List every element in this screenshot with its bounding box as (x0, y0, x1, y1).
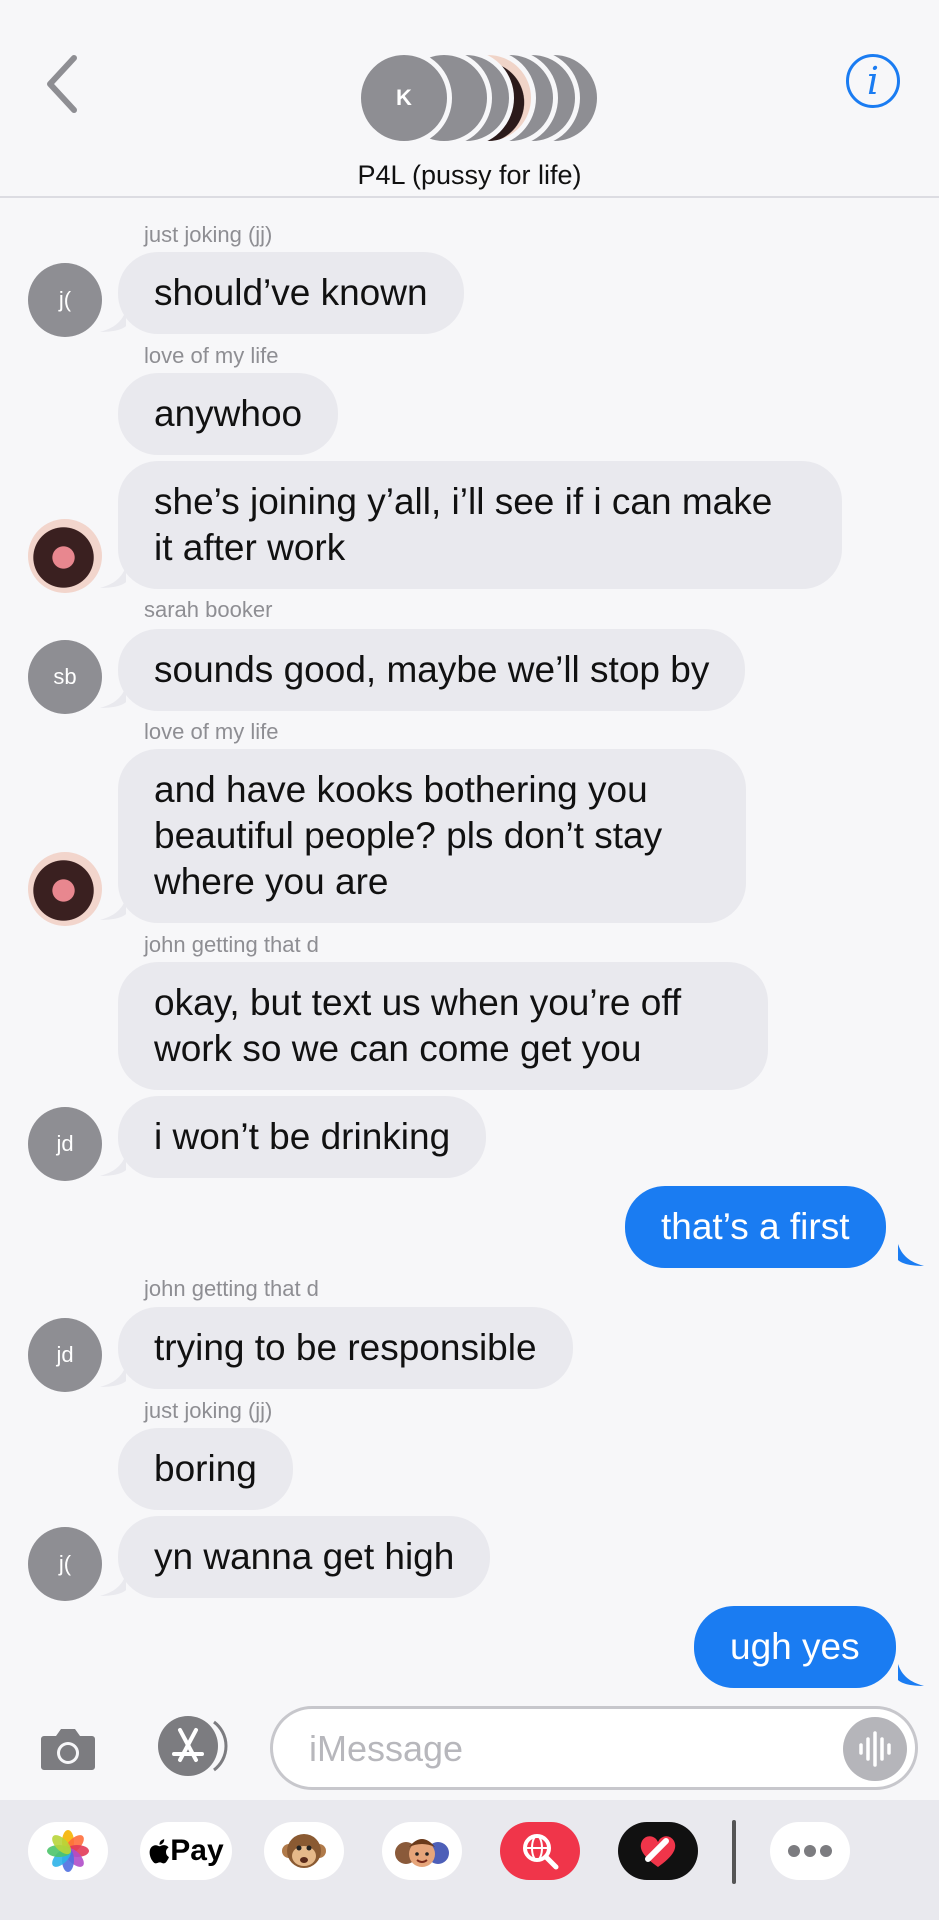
more-icon[interactable] (770, 1822, 850, 1880)
sender-avatar[interactable]: j( (28, 1527, 102, 1601)
message-bubble[interactable]: she’s joining y’all, i’ll see if i can m… (118, 461, 842, 589)
sender-avatar[interactable]: j( (28, 263, 102, 337)
message-bubble[interactable]: okay, but text us when you’re off work s… (118, 962, 768, 1090)
sent-message-bubble[interactable]: that’s a first (625, 1186, 886, 1268)
group-name[interactable]: P4L (pussy for life) (0, 160, 939, 191)
sender-name: love of my life (144, 343, 279, 368)
apple-pay-icon[interactable]: Pay (140, 1822, 232, 1880)
message-bubble[interactable]: i won’t be drinking (118, 1096, 487, 1178)
apple-logo-icon (149, 1839, 170, 1864)
sender-name: love of my life (144, 719, 279, 744)
group-member-avatar-k: K (356, 50, 452, 146)
sender-name: sarah booker (144, 597, 273, 622)
imessage-app-drawer: Pay (0, 1800, 939, 1920)
message-bubble[interactable]: anywhoo (118, 373, 339, 455)
drawer-divider (732, 1820, 736, 1884)
animoji-monkey-icon[interactable] (264, 1822, 344, 1880)
composer-bar (0, 1696, 939, 1800)
message-bubble[interactable]: boring (118, 1428, 293, 1510)
sender-name: just joking (jj) (144, 1398, 273, 1423)
memoji-icon[interactable] (382, 1822, 462, 1880)
info-icon[interactable]: i (846, 54, 900, 108)
message-bubble[interactable]: sounds good, maybe we’ll stop by (118, 629, 746, 711)
message-bubble[interactable]: and have kooks bothering you beautiful p… (118, 749, 746, 923)
sender-avatar[interactable]: jd (28, 1318, 102, 1392)
sender-name: john getting that d (144, 932, 319, 957)
conversation-header: K i P4L (pussy for life) (0, 0, 939, 198)
sent-message-bubble[interactable]: ugh yes (694, 1606, 896, 1688)
message-bubble[interactable]: yn wanna get high (118, 1516, 491, 1598)
photos-icon[interactable] (28, 1822, 108, 1880)
message-input[interactable] (309, 1727, 789, 1771)
digital-touch-heart-icon[interactable] (618, 1822, 698, 1880)
bubble-tail-sent (898, 1244, 924, 1266)
message-input-field[interactable] (270, 1706, 918, 1790)
apple-pay-label: Pay (170, 1834, 224, 1867)
bubble-tail (100, 566, 126, 588)
back-chevron-icon[interactable] (40, 52, 88, 116)
sender-avatar[interactable]: sb (28, 640, 102, 714)
bubble-tail-sent (898, 1664, 924, 1686)
app-store-icon[interactable] (150, 1714, 230, 1778)
camera-icon[interactable] (38, 1718, 98, 1778)
group-avatar-stack[interactable]: K (356, 46, 656, 150)
message-bubble[interactable]: should’ve known (118, 252, 464, 334)
sender-photo-avatar[interactable] (28, 519, 102, 593)
web-search-icon[interactable] (500, 1822, 580, 1880)
message-bubble[interactable]: trying to be responsible (118, 1307, 573, 1389)
sender-avatar[interactable]: jd (28, 1107, 102, 1181)
sender-photo-avatar[interactable] (28, 852, 102, 926)
audio-waveform-icon[interactable] (843, 1717, 907, 1781)
sender-name: john getting that d (144, 1276, 319, 1301)
sender-name: just joking (jj) (144, 222, 273, 247)
